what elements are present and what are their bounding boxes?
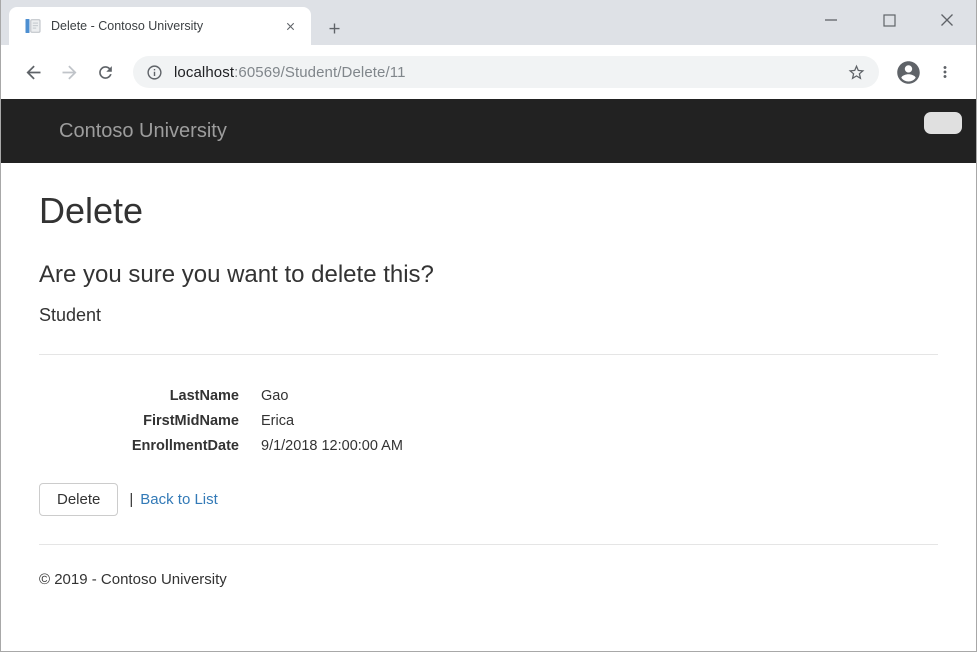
window-minimize-icon[interactable] <box>802 0 860 40</box>
window-maximize-icon[interactable] <box>860 0 918 40</box>
tab-close-icon[interactable] <box>279 15 301 37</box>
url-path: :60569/Student/Delete/11 <box>234 64 405 81</box>
new-tab-button-plus-icon[interactable] <box>323 17 345 39</box>
back-arrow-icon[interactable] <box>15 54 51 90</box>
delete-button[interactable]: Delete <box>39 483 118 516</box>
page-title: Delete <box>39 190 938 232</box>
browser-toolbar: localhost:60569/Student/Delete/11 <box>1 45 976 99</box>
actions-row: Delete | Back to List <box>39 483 938 516</box>
window-controls <box>802 0 976 40</box>
student-details-list: LastName Gao FirstMidName Erica Enrollme… <box>39 384 938 459</box>
profile-avatar-icon[interactable] <box>895 59 922 86</box>
navbar-toggle-button[interactable] <box>924 112 962 134</box>
forward-arrow-icon[interactable] <box>51 54 87 90</box>
url-text: localhost:60569/Student/Delete/11 <box>174 64 836 81</box>
field-row-firstmidname: FirstMidName Erica <box>39 409 938 434</box>
site-info-icon[interactable] <box>146 64 163 81</box>
window-close-icon[interactable] <box>918 0 976 40</box>
address-bar[interactable]: localhost:60569/Student/Delete/11 <box>133 56 879 88</box>
field-label: LastName <box>39 384 239 409</box>
url-host: localhost <box>174 64 234 81</box>
field-value: Erica <box>261 409 294 434</box>
bookmark-star-icon[interactable] <box>847 63 866 82</box>
divider <box>39 354 938 355</box>
browser-menu-more-vert-icon[interactable] <box>930 57 960 87</box>
field-value: Gao <box>261 384 288 409</box>
separator: | <box>129 491 133 508</box>
field-value: 9/1/2018 12:00:00 AM <box>261 434 403 459</box>
tab-strip: Delete - Contoso University <box>1 0 976 45</box>
navbar-brand-link[interactable]: Contoso University <box>59 120 227 143</box>
field-label: EnrollmentDate <box>39 434 239 459</box>
browser-tab[interactable]: Delete - Contoso University <box>9 7 311 45</box>
entity-name: Student <box>39 305 938 326</box>
tab-title: Delete - Contoso University <box>51 19 269 33</box>
footer-copyright: © 2019 - Contoso University <box>39 571 938 588</box>
browser-window: Delete - Contoso University <box>0 0 977 652</box>
footer-divider <box>39 544 938 545</box>
site-navbar: Contoso University <box>1 99 976 163</box>
confirm-question: Are you sure you want to delete this? <box>39 261 938 289</box>
field-label: FirstMidName <box>39 409 239 434</box>
field-row-lastname: LastName Gao <box>39 384 938 409</box>
favicon-document-icon <box>25 18 41 34</box>
page-content: Delete Are you sure you want to delete t… <box>1 190 976 588</box>
reload-icon[interactable] <box>87 54 123 90</box>
field-row-enrollmentdate: EnrollmentDate 9/1/2018 12:00:00 AM <box>39 434 938 459</box>
back-to-list-link[interactable]: Back to List <box>140 491 218 508</box>
